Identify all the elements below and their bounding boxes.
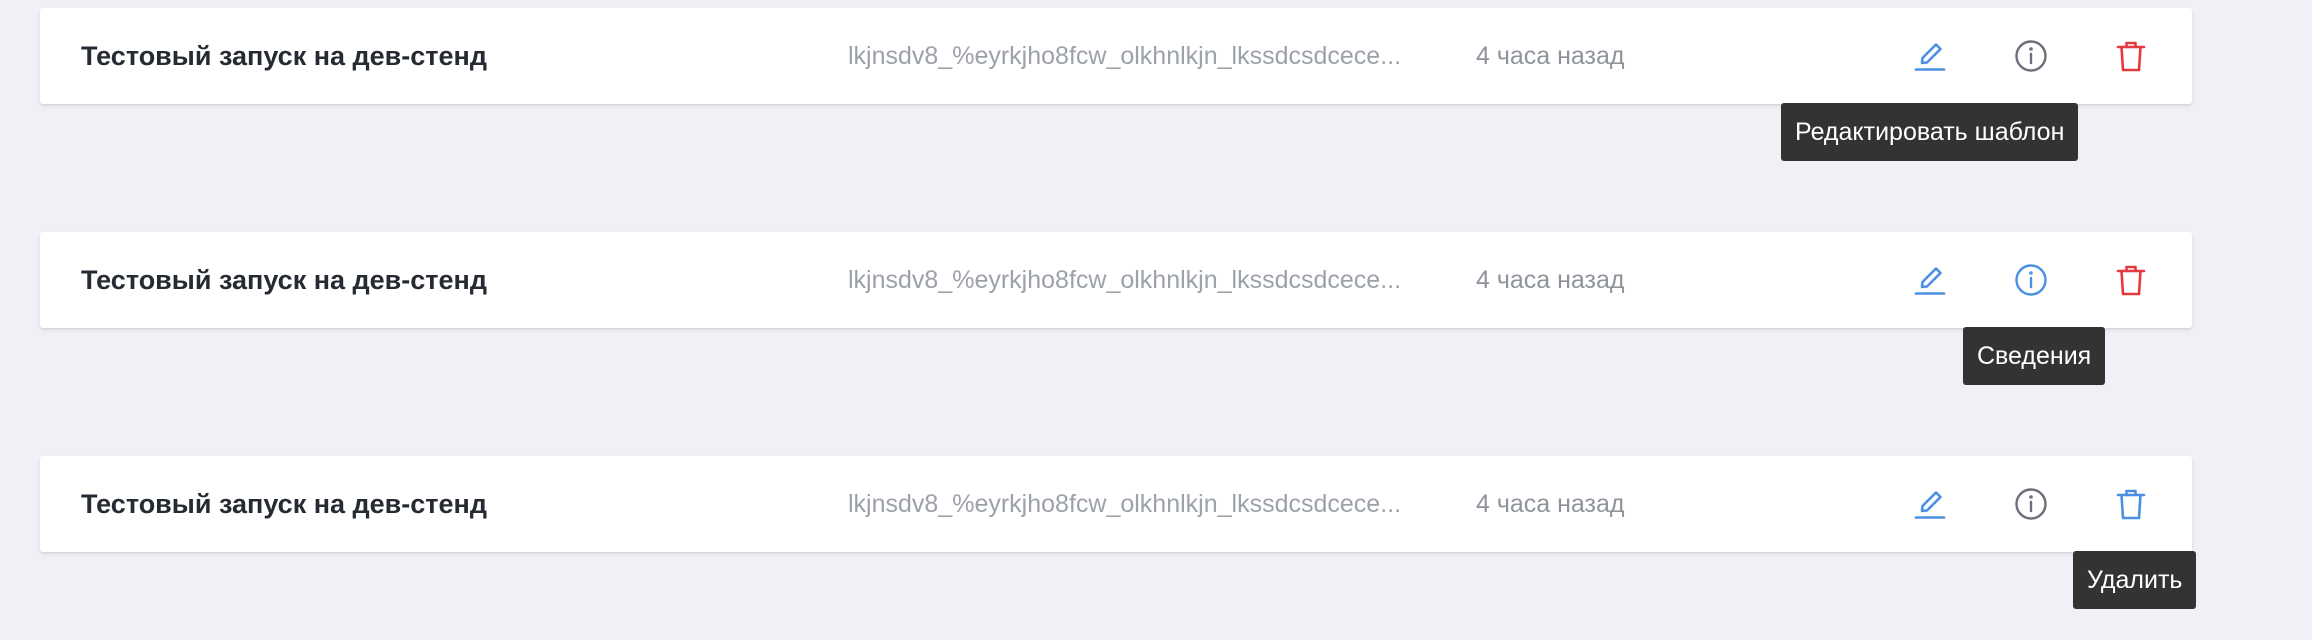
info-circle-icon (2015, 488, 2047, 520)
row-timestamp: 4 часа назад (1476, 266, 1625, 294)
delete-tooltip: Удалить (2073, 551, 2197, 609)
edit-button[interactable] (1910, 36, 1950, 76)
row-timestamp: 4 часа назад (1476, 42, 1625, 70)
row-title: Тестовый запуск на дев-стенд (81, 265, 487, 295)
pencil-icon (1914, 491, 1946, 519)
delete-button[interactable] (2111, 260, 2151, 300)
row-id: lkjnsdv8_%eyrkjho8fcw_olkhnlkjn_lkssdcsd… (848, 490, 1402, 518)
edit-button[interactable] (1910, 484, 1950, 524)
info-button[interactable] (2011, 484, 2051, 524)
row-id: lkjnsdv8_%eyrkjho8fcw_olkhnlkjn_lkssdcsd… (848, 266, 1402, 294)
trash-icon (2116, 41, 2146, 72)
row-id: lkjnsdv8_%eyrkjho8fcw_olkhnlkjn_lkssdcsd… (848, 42, 1402, 70)
info-button[interactable] (2011, 36, 2051, 76)
info-button[interactable] (2011, 260, 2051, 300)
edit-tooltip: Редактировать шаблон (1781, 103, 2079, 161)
info-circle-icon (2015, 264, 2047, 296)
pencil-icon (1914, 43, 1946, 71)
delete-button[interactable] (2111, 484, 2151, 524)
info-tooltip: Сведения (1963, 327, 2106, 385)
pencil-icon (1914, 267, 1946, 295)
edit-button[interactable] (1910, 260, 1950, 300)
trash-icon (2116, 489, 2146, 520)
delete-button[interactable] (2111, 36, 2151, 76)
row-timestamp: 4 часа назад (1476, 490, 1625, 518)
info-circle-icon (2015, 40, 2047, 72)
trash-icon (2116, 265, 2146, 296)
list-item: Тестовый запуск на дев-стенд lkjnsdv8_%e… (40, 232, 2192, 328)
row-title: Тестовый запуск на дев-стенд (81, 41, 487, 71)
row-title: Тестовый запуск на дев-стенд (81, 489, 487, 519)
list-item: Тестовый запуск на дев-стенд lkjnsdv8_%e… (40, 8, 2192, 104)
list-item: Тестовый запуск на дев-стенд lkjnsdv8_%e… (40, 456, 2192, 552)
